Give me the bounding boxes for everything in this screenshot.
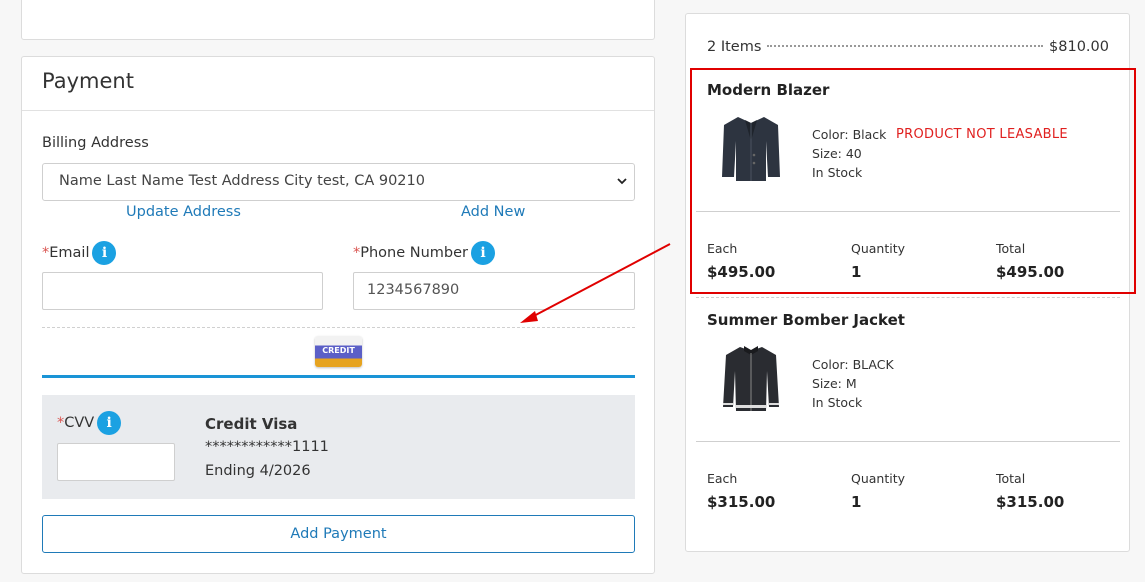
credit-badge-text: CREDIT (322, 346, 355, 355)
add-new-address-link[interactable]: Add New (461, 204, 525, 220)
info-icon[interactable]: i (471, 241, 496, 265)
product-color: Color: Black (812, 127, 887, 142)
line-total: $315.00 (996, 493, 1065, 511)
info-icon[interactable]: i (97, 411, 122, 435)
cart-item: Summer Bomber Jacket Color: BLACK Size: … (686, 311, 1131, 511)
product-size: Size: 40 (812, 146, 862, 161)
product-divider (696, 211, 1120, 212)
cart-item: Modern Blazer Color: Black Size: 40 In S… (686, 81, 1131, 281)
chevron-down-icon (616, 175, 628, 190)
product-image-bomber-jacket (716, 341, 786, 413)
dashed-divider (42, 327, 635, 328)
phone-number-field[interactable]: 1234567890 (353, 272, 635, 310)
cvv-field[interactable] (57, 443, 175, 481)
quantity-label: Quantity (851, 471, 906, 486)
product-color: Color: BLACK (812, 357, 894, 372)
dashed-item-divider (696, 297, 1120, 298)
update-address-link[interactable]: Update Address (126, 204, 241, 220)
each-label: Each (707, 471, 738, 486)
payment-header-divider (22, 110, 654, 111)
items-total: $810.00 (1049, 39, 1109, 55)
order-summary-card: 2 Items $810.00 Modern Blazer Color: Bla… (685, 13, 1130, 552)
phone-label: *Phone Number i (353, 241, 496, 265)
product-name: Modern Blazer (707, 81, 830, 99)
email-label: *Email i (42, 241, 117, 265)
email-field[interactable] (42, 272, 323, 310)
items-summary-row: 2 Items $810.00 (707, 39, 1109, 55)
not-leasable-notice: PRODUCT NOT LEASABLE (896, 127, 1068, 142)
previous-section-card (21, 0, 655, 40)
total-label: Total (996, 471, 1026, 486)
credit-card-tab-icon[interactable]: CREDIT (315, 336, 362, 367)
items-count: 2 Items (707, 39, 762, 55)
billing-address-select[interactable]: Name Last Name Test Address City test, C… (42, 163, 635, 201)
phone-label-text: Phone Number (360, 245, 469, 261)
billing-address-value: Name Last Name Test Address City test, C… (59, 173, 425, 189)
product-divider (696, 441, 1120, 442)
saved-card-panel: *CVV i Credit Visa ************1111 Endin… (42, 395, 635, 499)
quantity-value: 1 (851, 493, 862, 511)
each-price: $495.00 (707, 263, 776, 281)
active-tab-indicator (42, 375, 635, 378)
line-total: $495.00 (996, 263, 1065, 281)
billing-address-label: Billing Address (42, 135, 149, 151)
email-label-text: Email (49, 245, 90, 261)
product-stock: In Stock (812, 395, 863, 410)
each-label: Each (707, 241, 738, 256)
product-name: Summer Bomber Jacket (707, 311, 905, 329)
card-expiry: Ending 4/2026 (205, 463, 311, 479)
cvv-label-text: CVV (64, 415, 95, 431)
quantity-value: 1 (851, 263, 862, 281)
card-number: ************1111 (205, 439, 329, 455)
each-price: $315.00 (707, 493, 776, 511)
total-label: Total (996, 241, 1026, 256)
dotted-leader (767, 45, 1044, 47)
card-name: Credit Visa (205, 415, 298, 433)
cvv-label: *CVV i (57, 411, 122, 435)
payment-title: Payment (42, 69, 134, 93)
product-image-blazer (716, 111, 786, 183)
quantity-label: Quantity (851, 241, 906, 256)
info-icon[interactable]: i (92, 241, 117, 265)
product-stock: In Stock (812, 165, 863, 180)
product-size: Size: M (812, 376, 857, 391)
payment-card: Payment Billing Address Name Last Name T… (21, 56, 655, 574)
add-payment-button[interactable]: Add Payment (42, 515, 635, 553)
